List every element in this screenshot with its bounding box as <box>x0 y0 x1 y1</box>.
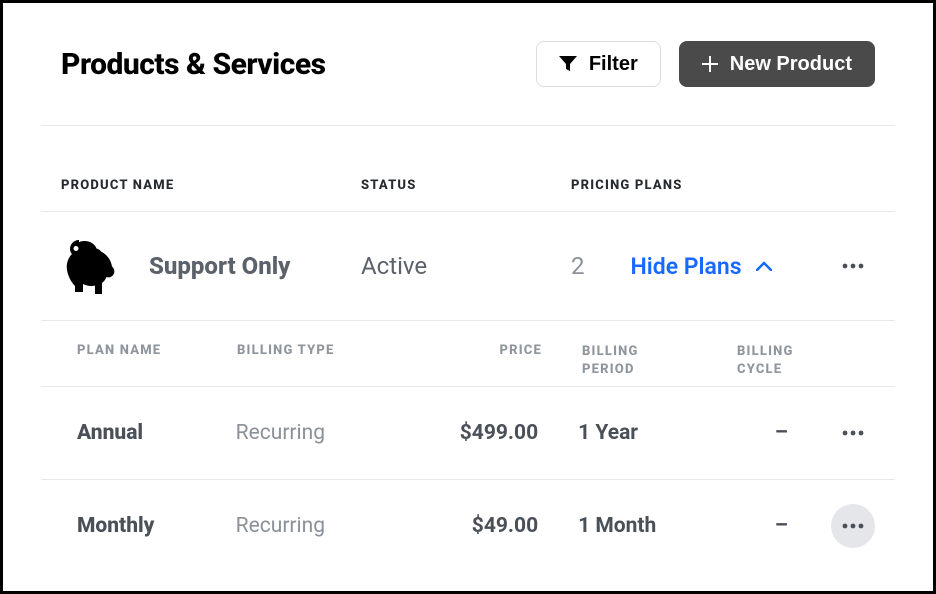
filter-icon <box>559 56 577 72</box>
col-header-billing-cycle: BILLINGCYCLE <box>737 343 837 378</box>
product-status: Active <box>361 252 571 280</box>
filter-button[interactable]: Filter <box>536 41 661 87</box>
plan-price: $49.00 <box>404 514 578 538</box>
col-header-plan-name: PLAN NAME <box>77 343 237 378</box>
pricing-plans-cell: 2 Hide Plans <box>571 244 875 288</box>
toggle-plans-button[interactable]: Hide Plans <box>631 253 772 280</box>
new-product-button[interactable]: New Product <box>679 41 875 87</box>
plan-row-actions[interactable] <box>831 504 875 548</box>
page-header: Products & Services Filter New Product <box>41 41 895 87</box>
product-name: Support Only <box>149 252 290 280</box>
plan-cycle: – <box>732 421 831 445</box>
plan-period: 1 Year <box>578 421 732 445</box>
toggle-plans-label: Hide Plans <box>631 253 742 280</box>
plan-name: Monthly <box>77 514 236 538</box>
filter-button-label: Filter <box>589 53 638 76</box>
plans-count: 2 <box>571 252 585 280</box>
header-actions: Filter New Product <box>536 41 875 87</box>
more-icon <box>842 263 864 269</box>
plan-actions-cell <box>831 411 875 455</box>
plan-row: Monthly Recurring $49.00 1 Month – <box>41 479 895 572</box>
more-icon <box>842 430 864 436</box>
plans-table-header: PLAN NAME BILLING TYPE PRICE BILLINGPERI… <box>41 321 895 386</box>
col-header-actions <box>837 343 875 378</box>
plan-actions-cell <box>831 504 875 548</box>
product-row-actions[interactable] <box>831 244 875 288</box>
col-header-status: STATUS <box>361 178 571 193</box>
col-header-billing-period: BILLINGPERIOD <box>582 343 737 378</box>
col-header-price: PRICE <box>407 343 582 378</box>
plan-type: Recurring <box>236 421 405 445</box>
plan-name: Annual <box>77 421 236 445</box>
product-row: Support Only Active 2 Hide Plans <box>41 211 895 321</box>
col-header-product-name: PRODUCT NAME <box>61 178 361 193</box>
plan-price: $499.00 <box>404 421 578 445</box>
product-name-cell: Support Only <box>61 238 361 294</box>
plan-cycle: – <box>732 514 831 538</box>
plan-type: Recurring <box>236 514 405 538</box>
col-header-pricing-plans: PRICING PLANS <box>571 178 875 193</box>
products-table-header: PRODUCT NAME STATUS PRICING PLANS <box>41 126 895 211</box>
col-header-billing-type: BILLING TYPE <box>237 343 407 378</box>
gorilla-icon <box>61 238 121 294</box>
new-product-button-label: New Product <box>730 53 852 76</box>
plan-row: Annual Recurring $499.00 1 Year – <box>41 386 895 479</box>
plus-icon <box>702 56 718 72</box>
page-title: Products & Services <box>61 47 326 82</box>
plan-row-actions[interactable] <box>831 411 875 455</box>
chevron-up-icon <box>756 261 772 271</box>
more-icon <box>842 523 864 529</box>
plan-period: 1 Month <box>578 514 732 538</box>
